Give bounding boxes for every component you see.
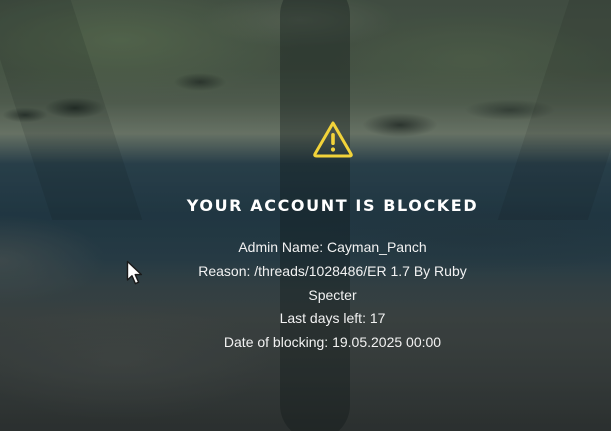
- block-date-text: Date of blocking: 19.05.2025 00:00: [223, 334, 442, 351]
- mouse-pointer-icon: [126, 260, 143, 285]
- notice-backdrop: [280, 0, 350, 431]
- warning-triangle-icon: [313, 121, 353, 158]
- reason-text-line1: Reason: /threads/1028486/ER 1.7 By Ruby: [198, 262, 467, 279]
- admin-name-text: Admin Name: Cayman_Panch: [238, 239, 427, 255]
- blocked-title: YOUR ACCOUNT IS BLOCKED: [186, 196, 479, 215]
- days-left-text: Last days left: 17: [279, 310, 386, 327]
- game-screen: YOUR ACCOUNT IS BLOCKED Admin Name: Caym…: [0, 0, 611, 431]
- block-details: Admin Name: Cayman_Panch Reason: /thread…: [190, 236, 475, 355]
- reason-text-line2: Specter: [308, 286, 357, 303]
